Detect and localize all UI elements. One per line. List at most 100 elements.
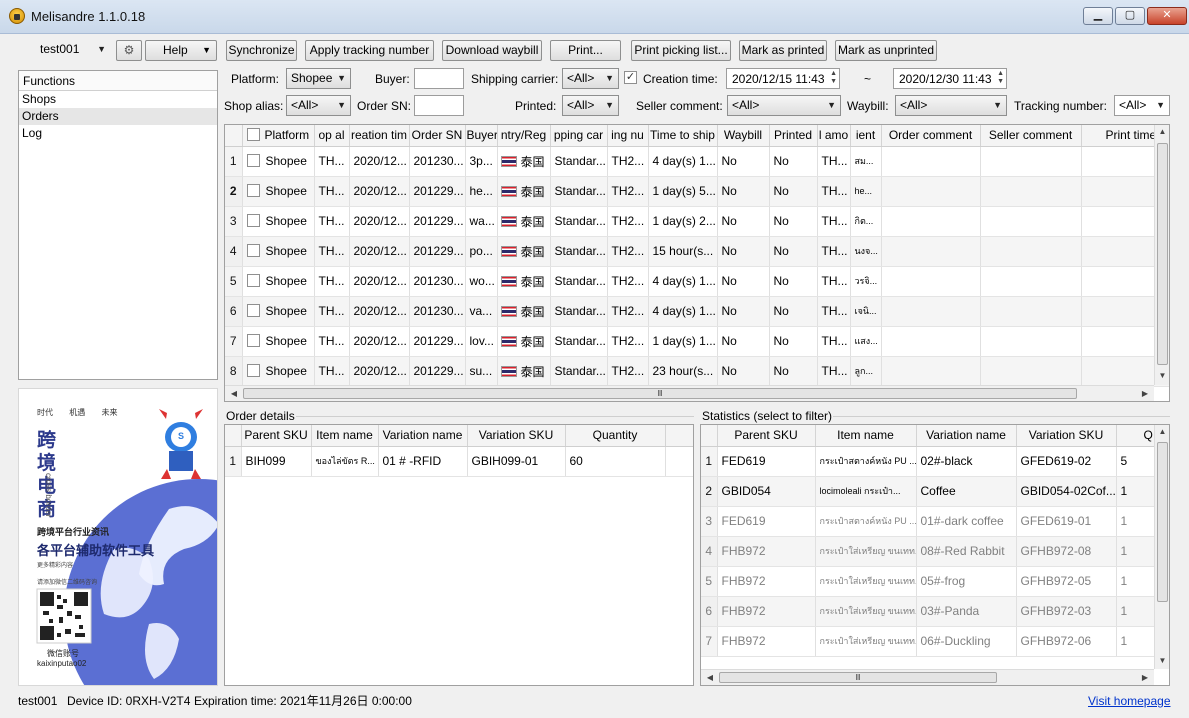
select-all-checkbox[interactable] bbox=[246, 128, 260, 142]
row-checkbox[interactable] bbox=[246, 304, 260, 317]
column-header-printed[interactable]: Printed bbox=[769, 125, 818, 147]
scroll-thumb[interactable] bbox=[1157, 442, 1168, 602]
print-picking-list-button[interactable]: Print picking list... bbox=[631, 40, 731, 61]
column-header-buyer[interactable]: Buyer bbox=[465, 125, 498, 147]
seller-comment-select[interactable]: <All> ▼ bbox=[727, 95, 841, 116]
shop-alias-select[interactable]: <All> ▼ bbox=[286, 95, 351, 116]
table-row[interactable]: 6 Shopee TH... 2020/12... 201230... va... 泰国 St… bbox=[225, 296, 1169, 327]
scroll-left-icon[interactable]: ◀ bbox=[227, 386, 241, 401]
cell-platform[interactable]: Shopee bbox=[242, 266, 315, 297]
ad-banner[interactable]: 时代 机遇 未来 跨 境 电 商 cross border 跨境平台行业资讯 各… bbox=[18, 388, 218, 686]
functions-item-shops[interactable]: Shops bbox=[19, 91, 217, 108]
waybill-select[interactable]: <All> ▼ bbox=[895, 95, 1007, 116]
spin-icon[interactable]: ▲ ▼ bbox=[830, 70, 837, 86]
download-waybill-button[interactable]: Download waybill bbox=[442, 40, 542, 61]
close-button[interactable]: ✕ bbox=[1147, 7, 1187, 25]
cell-platform[interactable]: Shopee bbox=[242, 296, 315, 327]
cell-platform[interactable]: Shopee bbox=[242, 236, 315, 267]
maximize-button[interactable]: ▢ bbox=[1115, 7, 1145, 25]
visit-homepage-link[interactable]: Visit homepage bbox=[1088, 694, 1171, 708]
shipping-carrier-select[interactable]: <All> ▼ bbox=[562, 68, 619, 89]
scroll-thumb[interactable]: Ⅲ bbox=[243, 388, 1077, 399]
column-header-item-name[interactable]: Item name bbox=[815, 425, 917, 447]
platform-select[interactable]: Shopee ▼ bbox=[286, 68, 351, 89]
help-button[interactable]: Help ▼ bbox=[145, 40, 217, 61]
column-header-variation-sku[interactable]: Variation SKU bbox=[1016, 425, 1117, 447]
column-header-seller-comment[interactable]: Seller comment bbox=[980, 125, 1082, 147]
scroll-right-icon[interactable]: ▶ bbox=[1138, 670, 1152, 685]
table-row[interactable]: 1 Shopee TH... 2020/12... 201230... 3p... 泰国 St… bbox=[225, 146, 1169, 177]
orders-horizontal-scrollbar[interactable]: ◀ Ⅲ ▶ bbox=[225, 385, 1154, 401]
scroll-down-icon[interactable]: ▼ bbox=[1155, 654, 1169, 668]
statistics-horizontal-scrollbar[interactable]: ◀ Ⅲ ▶ bbox=[701, 669, 1154, 685]
cell-platform[interactable]: Shopee bbox=[242, 176, 315, 207]
synchronize-button[interactable]: Synchronize bbox=[226, 40, 297, 61]
cell-platform[interactable]: Shopee bbox=[242, 206, 315, 237]
functions-item-log[interactable]: Log bbox=[19, 125, 217, 142]
table-row[interactable]: 2 GBID054 locimoleali กระเป๋า... Coffee GBID… bbox=[701, 476, 1169, 507]
table-row[interactable]: 3 FED619 กระเป๋าสตางค์หนัง PU ... 01#-dark … bbox=[701, 506, 1169, 537]
row-checkbox[interactable] bbox=[246, 334, 260, 347]
table-row[interactable]: 7 Shopee TH... 2020/12... 201229... lov... 泰国 S… bbox=[225, 326, 1169, 357]
mark-as-printed-button[interactable]: Mark as printed bbox=[739, 40, 827, 61]
column-header-variation-sku[interactable]: Variation SKU bbox=[467, 425, 566, 447]
column-header-variation-name[interactable]: Variation name bbox=[378, 425, 468, 447]
column-header-creation-time[interactable]: reation tim bbox=[349, 125, 410, 147]
creation-from-input[interactable]: 2020/12/15 11:43 ▲ ▼ bbox=[726, 68, 840, 89]
tracking-number-select[interactable]: <All> ▼ bbox=[1114, 95, 1170, 116]
table-row[interactable]: 8 Shopee TH... 2020/12... 201229... su... 泰国 St… bbox=[225, 356, 1169, 387]
table-row[interactable]: 5 FHB972 กระเป๋าใส่เหรียญ ขนเทท... 05#-frog… bbox=[701, 566, 1169, 597]
row-checkbox[interactable] bbox=[246, 274, 260, 287]
column-header-item-name[interactable]: Item name bbox=[311, 425, 379, 447]
settings-button[interactable]: ⚙ bbox=[116, 40, 142, 61]
column-header-order-comment[interactable]: Order comment bbox=[881, 125, 981, 147]
table-row[interactable]: 2 Shopee TH... 2020/12... 201229... he... 泰国 St… bbox=[225, 176, 1169, 207]
scroll-up-icon[interactable]: ▲ bbox=[1155, 425, 1169, 439]
column-header-order-sn[interactable]: Order SN bbox=[409, 125, 466, 147]
spin-icon[interactable]: ▲ ▼ bbox=[997, 70, 1004, 86]
column-header-variation-name[interactable]: Variation name bbox=[916, 425, 1017, 447]
buyer-input[interactable] bbox=[414, 68, 464, 89]
creation-to-input[interactable]: 2020/12/30 11:43 ▲ ▼ bbox=[893, 68, 1007, 89]
cell-platform[interactable]: Shopee bbox=[242, 146, 315, 177]
orders-vertical-scrollbar[interactable]: ▲ ▼ bbox=[1154, 125, 1169, 385]
column-header-parent-sku[interactable]: Parent SKU bbox=[241, 425, 312, 447]
column-header-quantity[interactable]: Quantity bbox=[565, 425, 666, 447]
column-header-time-to-ship[interactable]: Time to ship bbox=[648, 125, 718, 147]
table-row[interactable]: 1 BIH099 ของไล่ขัตร R... 01 # -RFID GBIH099-… bbox=[225, 446, 693, 477]
column-header-tracking-number[interactable]: ing nu bbox=[607, 125, 649, 147]
column-header-shipping-carrier[interactable]: pping car bbox=[550, 125, 608, 147]
table-row[interactable]: 4 FHB972 กระเป๋าใส่เหรียญ ขนเทท... 08#-Red … bbox=[701, 536, 1169, 567]
minimize-button[interactable]: ▁ bbox=[1083, 7, 1113, 25]
apply-tracking-number-button[interactable]: Apply tracking number bbox=[305, 40, 434, 61]
column-header-shop-alias[interactable]: op al bbox=[314, 125, 350, 147]
table-row[interactable]: 1 FED619 กระเป๋าสตางค์หนัง PU ... 02#-black… bbox=[701, 446, 1169, 477]
row-checkbox[interactable] bbox=[246, 154, 260, 167]
creation-time-checkbox[interactable]: ✓ bbox=[624, 71, 637, 84]
account-select[interactable]: test001 ▼ bbox=[18, 40, 110, 61]
functions-item-orders[interactable]: Orders bbox=[19, 108, 217, 125]
scroll-down-icon[interactable]: ▼ bbox=[1155, 369, 1169, 383]
row-checkbox[interactable] bbox=[246, 364, 260, 377]
row-checkbox[interactable] bbox=[246, 184, 260, 197]
cell-platform[interactable]: Shopee bbox=[242, 326, 315, 357]
statistics-vertical-scrollbar[interactable]: ▲ ▼ bbox=[1154, 425, 1169, 669]
column-header-recipient[interactable]: ient bbox=[850, 125, 882, 147]
scroll-up-icon[interactable]: ▲ bbox=[1155, 125, 1169, 139]
column-header-country[interactable]: ntry/Reg bbox=[497, 125, 551, 147]
column-header-waybill[interactable]: Waybill bbox=[717, 125, 770, 147]
column-header-platform[interactable]: Platform bbox=[242, 125, 315, 147]
column-header-parent-sku[interactable]: Parent SKU bbox=[717, 425, 816, 447]
printed-select[interactable]: <All> ▼ bbox=[562, 95, 619, 116]
table-row[interactable]: 6 FHB972 กระเป๋าใส่เหรียญ ขนเทท... 03#-Pand… bbox=[701, 596, 1169, 627]
mark-as-unprinted-button[interactable]: Mark as unprinted bbox=[835, 40, 937, 61]
row-checkbox[interactable] bbox=[246, 244, 260, 257]
print-button[interactable]: Print... bbox=[550, 40, 621, 61]
column-header-amount[interactable]: l amo bbox=[817, 125, 851, 147]
cell-platform[interactable]: Shopee bbox=[242, 356, 315, 387]
scroll-left-icon[interactable]: ◀ bbox=[703, 670, 717, 685]
scroll-right-icon[interactable]: ▶ bbox=[1138, 386, 1152, 401]
row-checkbox[interactable] bbox=[246, 214, 260, 227]
table-row[interactable]: 3 Shopee TH... 2020/12... 201229... wa... 泰国 St… bbox=[225, 206, 1169, 237]
table-row[interactable]: 7 FHB972 กระเป๋าใส่เหรียญ ขนเทท... 06#-Duck… bbox=[701, 626, 1169, 657]
